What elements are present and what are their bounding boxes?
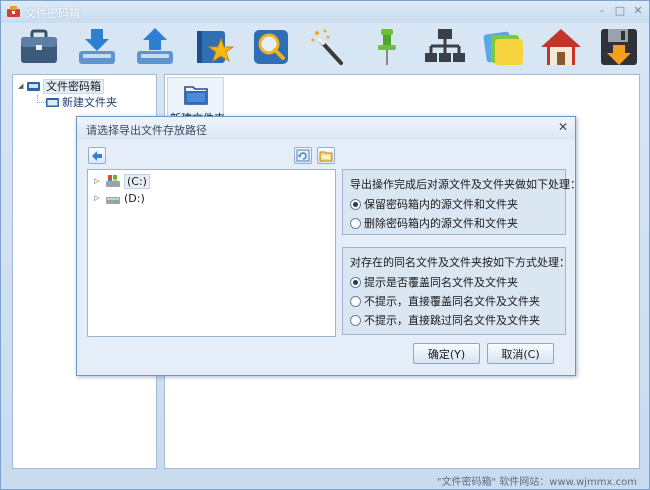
tree-child-item[interactable]: 新建文件夹 xyxy=(46,94,117,110)
tree-root-item[interactable]: ◢ 文件密码箱 xyxy=(18,78,104,94)
dialog-title: 请选择导出文件存放路径 xyxy=(86,124,207,137)
radio-label: 删除密码箱内的源文件和文件夹 xyxy=(364,217,518,230)
star-notebook-icon xyxy=(197,31,235,63)
network-icon xyxy=(425,29,465,62)
minimize-button[interactable]: - xyxy=(594,4,610,18)
radio-label: 不提示，直接跳过同名文件及文件夹 xyxy=(364,314,540,327)
expander-icon[interactable]: ▷ xyxy=(94,194,103,202)
radio-unchecked-icon[interactable] xyxy=(350,295,361,307)
favorites-button[interactable] xyxy=(191,25,235,69)
toolbar xyxy=(5,23,645,71)
folders-button[interactable] xyxy=(481,25,525,69)
save-disk-icon xyxy=(601,29,637,65)
ok-button[interactable]: 确定(Y) xyxy=(413,343,480,364)
folder-icon xyxy=(46,98,59,107)
drive-tree[interactable]: ▷ (C:) ▷ (D:) xyxy=(87,169,336,337)
up-arrow-icon xyxy=(92,151,102,161)
cancel-button[interactable]: 取消(C) xyxy=(487,343,554,364)
app-logo-icon xyxy=(7,6,20,17)
close-button[interactable]: ✕ xyxy=(630,4,646,18)
pin-button[interactable] xyxy=(365,25,409,69)
radio-overwrite-silently[interactable]: 不提示，直接覆盖同名文件及文件夹 xyxy=(350,294,540,308)
radio-label: 提示是否覆盖同名文件及文件夹 xyxy=(364,276,518,289)
duplicate-handling-group: 对存在的同名文件及文件夹按如下方式处理： 提示是否覆盖同名文件及文件夹 不提示，… xyxy=(342,247,570,335)
folders-icon xyxy=(483,31,523,65)
dialog-close-button[interactable]: ✕ xyxy=(558,120,568,134)
new-folder-icon xyxy=(319,151,333,162)
drive-row[interactable]: ▷ (C:) xyxy=(94,173,150,189)
windows-drive-icon xyxy=(106,175,120,187)
folder-icon xyxy=(184,86,208,105)
home-button[interactable] xyxy=(539,25,583,69)
tree-child-label: 新建文件夹 xyxy=(62,96,117,109)
tree-connector xyxy=(37,95,46,103)
export-button[interactable] xyxy=(133,25,177,69)
import-button[interactable] xyxy=(75,25,119,69)
wizard-button[interactable] xyxy=(307,25,351,69)
export-path-dialog: 请选择导出文件存放路径 ✕ ▷ (C:) ▷ (D:) 导出操作完成后对源文件及… xyxy=(76,116,581,376)
title-bar[interactable]: 文件密码箱 - □ ✕ xyxy=(1,1,649,23)
dialog-title-bar[interactable]: 请选择导出文件存放路径 ✕ xyxy=(77,117,575,139)
source-handling-group: 导出操作完成后对源文件及文件夹做如下处理： 保留密码箱内的源文件和文件夹 删除密… xyxy=(342,169,581,235)
radio-label: 不提示，直接覆盖同名文件及文件夹 xyxy=(364,295,540,308)
briefcase-button[interactable] xyxy=(17,25,61,69)
up-level-button[interactable] xyxy=(88,147,106,164)
refresh-icon xyxy=(296,149,310,162)
maximize-button[interactable]: □ xyxy=(612,4,628,18)
magnifier-icon xyxy=(254,30,288,64)
radio-checked-icon[interactable] xyxy=(350,276,361,288)
window-title: 文件密码箱 xyxy=(25,7,80,20)
briefcase-icon xyxy=(21,29,57,63)
radio-prompt-overwrite[interactable]: 提示是否覆盖同名文件及文件夹 xyxy=(350,275,518,289)
structure-button[interactable] xyxy=(423,25,467,69)
drive-label: (C:) xyxy=(124,173,150,189)
radio-label: 保留密码箱内的源文件和文件夹 xyxy=(364,198,518,211)
safe-box-icon xyxy=(27,82,40,91)
expander-icon[interactable]: ▷ xyxy=(94,177,103,185)
expander-icon[interactable]: ◢ xyxy=(18,82,27,90)
import-icon xyxy=(79,29,115,64)
drive-label: (D:) xyxy=(124,191,145,205)
export-icon xyxy=(137,28,173,64)
radio-skip-silently[interactable]: 不提示，直接跳过同名文件及文件夹 xyxy=(350,313,540,327)
group-title: 对存在的同名文件及文件夹按如下方式处理： xyxy=(350,256,570,269)
radio-delete-source[interactable]: 删除密码箱内的源文件和文件夹 xyxy=(350,216,518,230)
hard-drive-icon xyxy=(106,197,120,204)
radio-keep-source[interactable]: 保留密码箱内的源文件和文件夹 xyxy=(350,197,518,211)
refresh-button[interactable] xyxy=(294,147,312,164)
save-button[interactable] xyxy=(597,25,641,69)
search-button[interactable] xyxy=(249,25,293,69)
new-folder-button[interactable] xyxy=(317,147,335,164)
group-title: 导出操作完成后对源文件及文件夹做如下处理： xyxy=(350,178,581,191)
website-status-text: "文件密码箱" 软件网站：www.wjmmx.com xyxy=(436,477,637,488)
drive-row[interactable]: ▷ (D:) xyxy=(94,190,145,206)
pushpin-icon xyxy=(378,29,396,65)
radio-unchecked-icon[interactable] xyxy=(350,314,361,326)
radio-unchecked-icon[interactable] xyxy=(350,217,361,229)
tree-root-label: 文件密码箱 xyxy=(43,78,104,94)
radio-checked-icon[interactable] xyxy=(350,198,361,210)
home-icon xyxy=(541,29,581,65)
magic-wand-icon xyxy=(311,29,343,65)
